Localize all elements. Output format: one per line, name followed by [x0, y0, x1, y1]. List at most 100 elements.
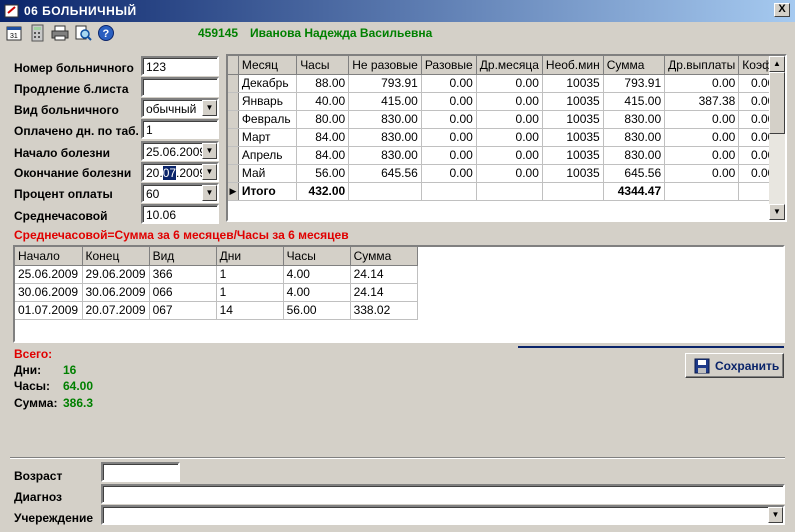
table-cell[interactable]: 0.00	[664, 74, 740, 93]
calculator-icon[interactable]	[28, 24, 46, 42]
table-cell[interactable]: 0.00	[664, 128, 740, 147]
table-cell[interactable]: 10035	[542, 110, 604, 129]
table-cell[interactable]: 830.00	[348, 146, 422, 165]
table-cell[interactable]: 432.00	[296, 182, 350, 201]
col-header[interactable]: Вид	[149, 247, 217, 266]
paid-days-input[interactable]: 1	[141, 119, 219, 139]
continuation-input[interactable]	[141, 77, 219, 97]
table-cell[interactable]: 29.06.2009	[82, 265, 150, 284]
table-cell[interactable]: 24.14	[350, 283, 418, 302]
table-cell[interactable]: 10035	[542, 92, 604, 111]
table-cell[interactable]: 0.00	[476, 146, 543, 165]
col-header[interactable]: Сумма	[350, 247, 418, 266]
table-cell[interactable]: 0.00	[476, 110, 543, 129]
table-cell[interactable]: 56.00	[283, 301, 351, 320]
table-cell[interactable]: 4.00	[283, 265, 351, 284]
table-cell[interactable]: Февраль	[238, 110, 298, 129]
end-date-picker[interactable]: 20.07.2009 ▼	[141, 162, 219, 182]
start-date-picker[interactable]: 25.06.2009 ▼	[141, 141, 219, 161]
table-cell[interactable]: 80.00	[296, 110, 350, 129]
hourly-input[interactable]: 10.06	[141, 204, 219, 224]
table-cell[interactable]: 0.00	[664, 164, 740, 183]
current-row-icon[interactable]: ▶	[228, 182, 239, 201]
table-cell[interactable]: 84.00	[296, 128, 350, 147]
table-cell[interactable]: 10035	[542, 164, 604, 183]
total-row[interactable]: ▶ Итого 432.00 4344.47	[228, 182, 785, 201]
table-cell[interactable]: 067	[149, 301, 217, 320]
table-cell[interactable]: 0.00	[421, 128, 477, 147]
table-cell[interactable]: Май	[238, 164, 298, 183]
table-cell[interactable]: 830.00	[348, 110, 422, 129]
table-row[interactable]: Апрель 84.00 830.00 0.00 0.00 10035 830.00 0.00…	[228, 146, 785, 165]
table-cell[interactable]	[348, 182, 422, 201]
col-header[interactable]: Начало	[15, 247, 83, 266]
table-cell[interactable]: Март	[238, 128, 298, 147]
row-indicator[interactable]	[228, 74, 239, 93]
table-cell[interactable]: 793.91	[603, 74, 666, 93]
percent-select[interactable]: 60 ▼	[141, 183, 219, 203]
col-header[interactable]: Месяц	[238, 56, 298, 75]
table-cell[interactable]: 10035	[542, 74, 604, 93]
row-indicator[interactable]	[228, 92, 239, 111]
table-cell[interactable]: 56.00	[296, 164, 350, 183]
col-header[interactable]: Др.месяца	[476, 56, 543, 75]
col-header[interactable]: Дни	[216, 247, 284, 266]
table-cell[interactable]	[664, 182, 740, 201]
scroll-down-icon[interactable]: ▼	[769, 204, 785, 220]
table-cell[interactable]: 25.06.2009	[15, 265, 83, 284]
months-scrollbar[interactable]: ▲ ▼	[769, 56, 785, 220]
table-cell[interactable]	[421, 182, 477, 201]
table-cell[interactable]: 0.00	[664, 146, 740, 165]
save-button[interactable]: Сохранить	[685, 353, 784, 378]
col-header[interactable]: Сумма	[603, 56, 666, 75]
sick-number-input[interactable]: 123	[141, 56, 219, 76]
table-cell[interactable]	[542, 182, 604, 201]
age-input[interactable]	[101, 462, 180, 482]
table-cell[interactable]: Декабрь	[238, 74, 298, 93]
col-header[interactable]: Др.выплаты	[664, 56, 740, 75]
table-cell[interactable]: 0.00	[421, 92, 477, 111]
table-cell[interactable]: 84.00	[296, 146, 350, 165]
col-header[interactable]: Часы	[283, 247, 351, 266]
row-indicator[interactable]	[228, 128, 239, 147]
table-cell[interactable]: 40.00	[296, 92, 350, 111]
printer-icon[interactable]	[51, 24, 69, 42]
table-cell[interactable]: 645.56	[348, 164, 422, 183]
preview-icon[interactable]	[74, 24, 92, 42]
table-cell[interactable]: Январь	[238, 92, 298, 111]
calendar-icon[interactable]: 31	[5, 24, 23, 42]
col-header[interactable]: Не разовые	[348, 56, 422, 75]
help-icon[interactable]: ?	[97, 24, 115, 42]
type-select[interactable]: обычный ▼	[141, 98, 219, 118]
table-cell[interactable]: 4.00	[283, 283, 351, 302]
row-indicator[interactable]	[228, 110, 239, 129]
periods-grid[interactable]: Начало Конец Вид Дни Часы Сумма 25.06.20…	[13, 245, 785, 343]
table-cell[interactable]: 366	[149, 265, 217, 284]
dropdown-arrow-icon[interactable]: ▼	[202, 164, 217, 180]
table-cell[interactable]: 338.02	[350, 301, 418, 320]
table-cell[interactable]: Итого	[238, 182, 298, 201]
table-cell[interactable]: 0.00	[421, 110, 477, 129]
col-header[interactable]: Необ.мин	[542, 56, 604, 75]
table-cell[interactable]: 4344.47	[603, 182, 666, 201]
table-cell[interactable]: 1	[216, 265, 284, 284]
table-cell[interactable]: 14	[216, 301, 284, 320]
close-button[interactable]: X	[774, 3, 790, 17]
table-row[interactable]: Март 84.00 830.00 0.00 0.00 10035 830.00 0.00 0.…	[228, 128, 785, 147]
table-row[interactable]: 30.06.2009 30.06.2009 066 1 4.00 24.14	[15, 283, 418, 302]
scroll-thumb[interactable]	[769, 72, 785, 134]
table-cell[interactable]: 1	[216, 283, 284, 302]
dropdown-arrow-icon[interactable]: ▼	[768, 507, 783, 523]
row-indicator[interactable]	[228, 146, 239, 165]
table-row[interactable]: Декабрь 88.00 793.91 0.00 0.00 10035 793.91 0.0…	[228, 74, 785, 93]
months-grid[interactable]: Месяц Часы Не разовые Разовые Др.месяца …	[226, 54, 787, 222]
table-cell[interactable]: 0.00	[421, 164, 477, 183]
col-header[interactable]: Разовые	[421, 56, 477, 75]
table-cell[interactable]: 0.00	[476, 74, 543, 93]
table-cell[interactable]: 830.00	[348, 128, 422, 147]
table-cell[interactable]: 0.00	[476, 92, 543, 111]
dropdown-arrow-icon[interactable]: ▼	[202, 143, 217, 159]
row-indicator[interactable]	[228, 164, 239, 183]
scroll-up-icon[interactable]: ▲	[769, 56, 785, 72]
table-row[interactable]: Январь 40.00 415.00 0.00 0.00 10035 415.00 387.…	[228, 92, 785, 111]
